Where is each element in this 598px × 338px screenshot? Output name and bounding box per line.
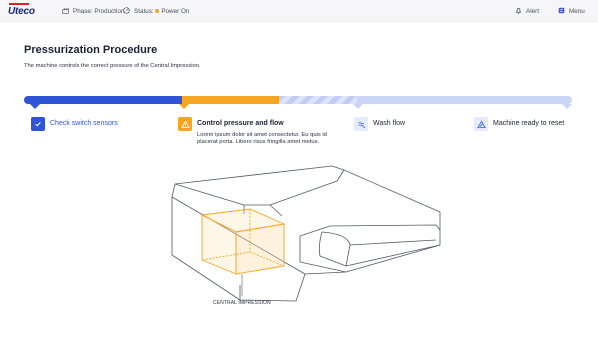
central-impression-cube [200,208,286,275]
central-impression-label: CENTRAL IMPRESSION [213,300,271,306]
machine-illustration [171,165,441,302]
